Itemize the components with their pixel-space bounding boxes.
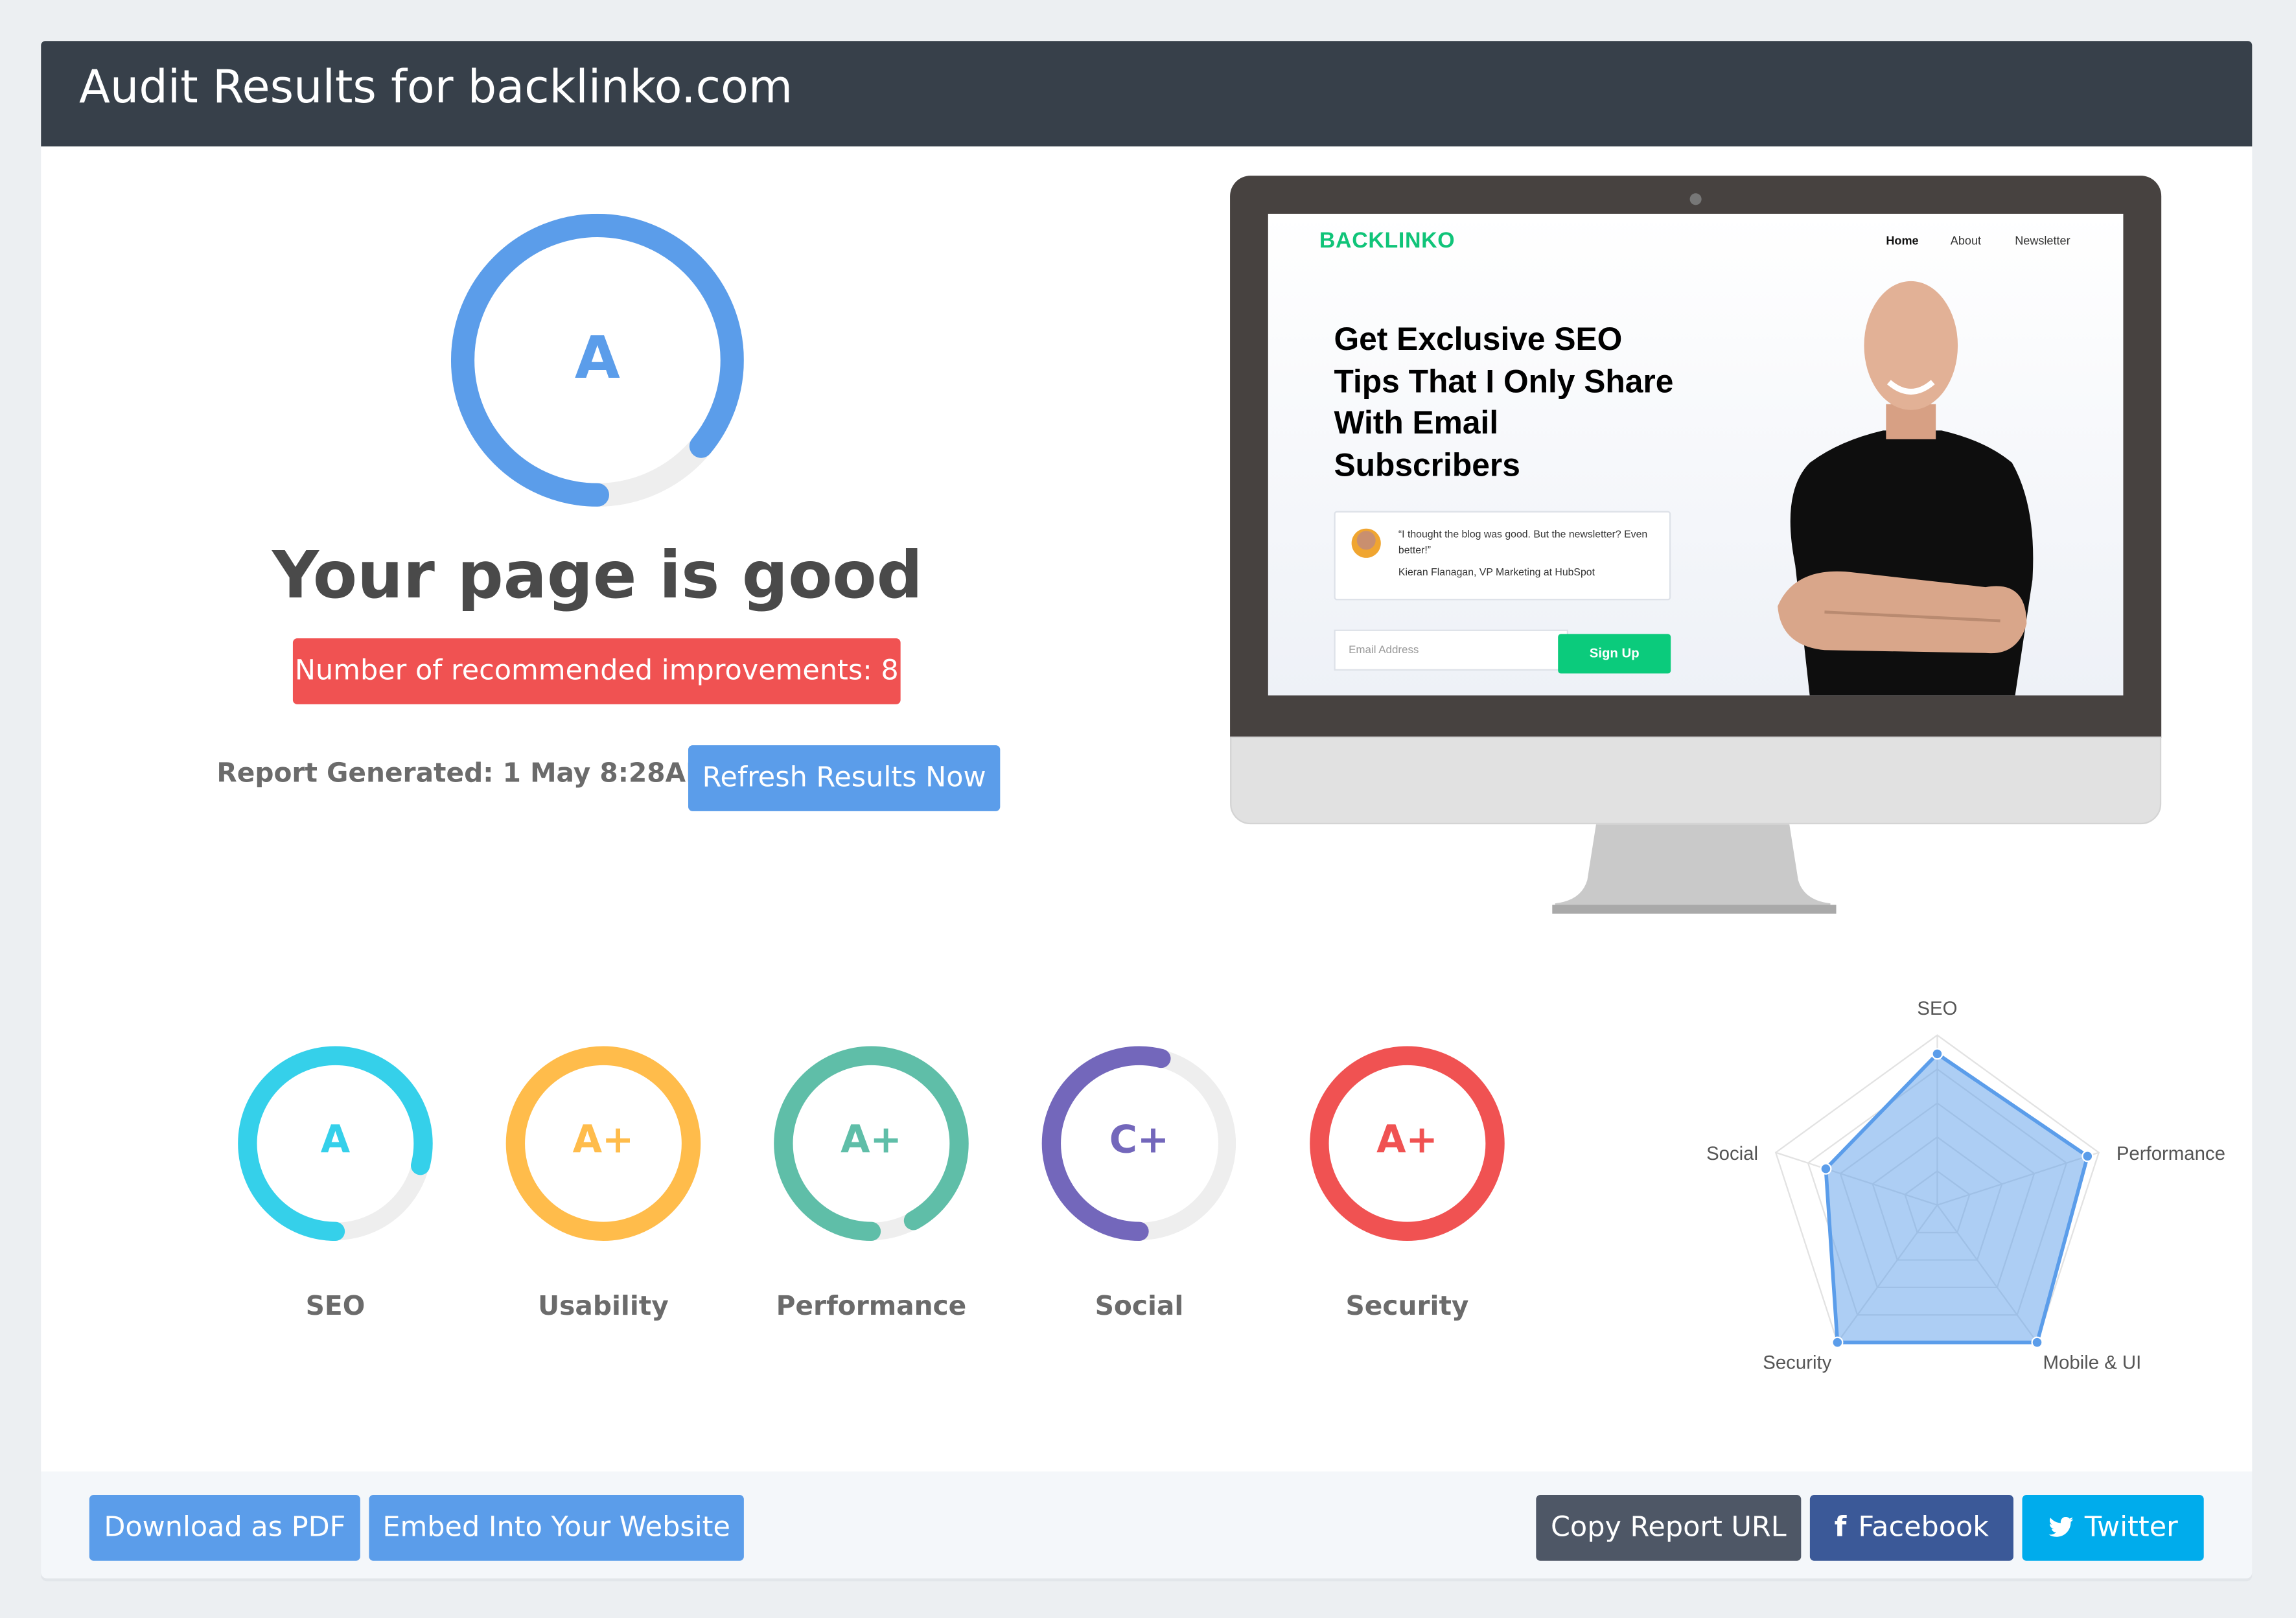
monitor-stand [1552,824,1837,914]
overall-grade: A [574,325,620,393]
website-preview-monitor: BACKLINKO Home About Newsletter Get Excl… [1230,176,2162,914]
twitter-share-button[interactable]: Twitter [2022,1495,2204,1561]
copy-report-url-button[interactable]: Copy Report URL [1536,1495,1802,1561]
testimonial-box: “I thought the blog was good. But the ne… [1334,511,1671,601]
testimonial-author: Kieran Flanagan, VP Marketing at HubSpot [1398,568,1595,579]
email-placeholder: Email Address [1349,642,1419,656]
gauge-label: Usability [538,1291,669,1323]
testimonial-quote: “I thought the blog was good. But the ne… [1398,529,1648,557]
website-screenshot: BACKLINKO Home About Newsletter Get Excl… [1268,213,2124,696]
page-title: Audit Results for backlinko.com [79,61,793,115]
radar-axis-label: Performance [2116,1143,2225,1164]
radar-point [1820,1162,1832,1175]
radar-chart: SEO Performance Mobile & UI Security Social [1706,998,2225,1373]
gauge-label: SEO [305,1291,365,1323]
testimonial-avatar [1351,528,1381,558]
report-generated-text: Report Generated: 1 May 8:28AM [216,758,712,789]
radar-point [1831,1336,1844,1348]
twitter-icon [2048,1516,2073,1537]
site-nav-about: About [1950,234,1982,248]
gauge-label: Security [1345,1291,1469,1323]
site-nav-newsletter: Newsletter [2015,234,2070,248]
radar-series-area [1824,1051,2090,1345]
gauge-grade: A+ [841,1118,902,1163]
site-nav-home: Home [1886,234,1919,248]
headline-line: Get Exclusive SEO [1334,320,1623,358]
page: Audit Results for backlinko.com A Your p… [0,0,2296,1618]
radar-point [1931,1048,1943,1060]
radar-axis-label: SEO [1917,998,1957,1019]
site-logo: BACKLINKO [1319,228,1455,253]
gauge-grade: A [320,1118,351,1163]
gauge-grade: C+ [1109,1118,1170,1163]
camera-dot [1689,193,1702,205]
gauge-label: Social [1095,1291,1184,1323]
gauge-grade: A+ [1376,1118,1438,1163]
facebook-icon: f [1834,1510,1847,1543]
headline-line: Subscribers [1334,446,1520,483]
twitter-label: Twitter [2084,1510,2178,1543]
download-pdf-button[interactable]: Download as PDF [89,1495,360,1561]
refresh-results-button[interactable]: Refresh Results Now [688,745,1001,811]
site-signup-button[interactable]: Sign Up [1558,634,1671,674]
gauge-label: Performance [776,1291,967,1323]
header-bar: Audit Results for backlinko.com [41,41,2253,146]
radar-axis-label: Security [1763,1352,1831,1373]
radar-point [2031,1336,2043,1348]
headline-line: Tips That I Only Share [1334,362,1674,399]
facebook-label: Facebook [1858,1510,1989,1543]
radar-axis-label: Social [1706,1143,1758,1164]
embed-button[interactable]: Embed Into Your Website [369,1495,744,1561]
gauge-grade: A+ [572,1118,634,1163]
site-email-input[interactable]: Email Address [1334,629,1569,671]
status-headline: Your page is good [272,538,923,614]
radar-axis-label: Mobile & UI [2043,1352,2142,1373]
radar-point [2081,1150,2094,1162]
person-photo [1778,281,2034,696]
headline-line: With Email [1334,404,1499,441]
facebook-share-button[interactable]: f Facebook [1809,1495,2013,1561]
improvements-badge: Number of recommended improvements: 8 [292,638,901,704]
site-headline: Get Exclusive SEO Tips That I Only Share… [1334,319,1673,487]
